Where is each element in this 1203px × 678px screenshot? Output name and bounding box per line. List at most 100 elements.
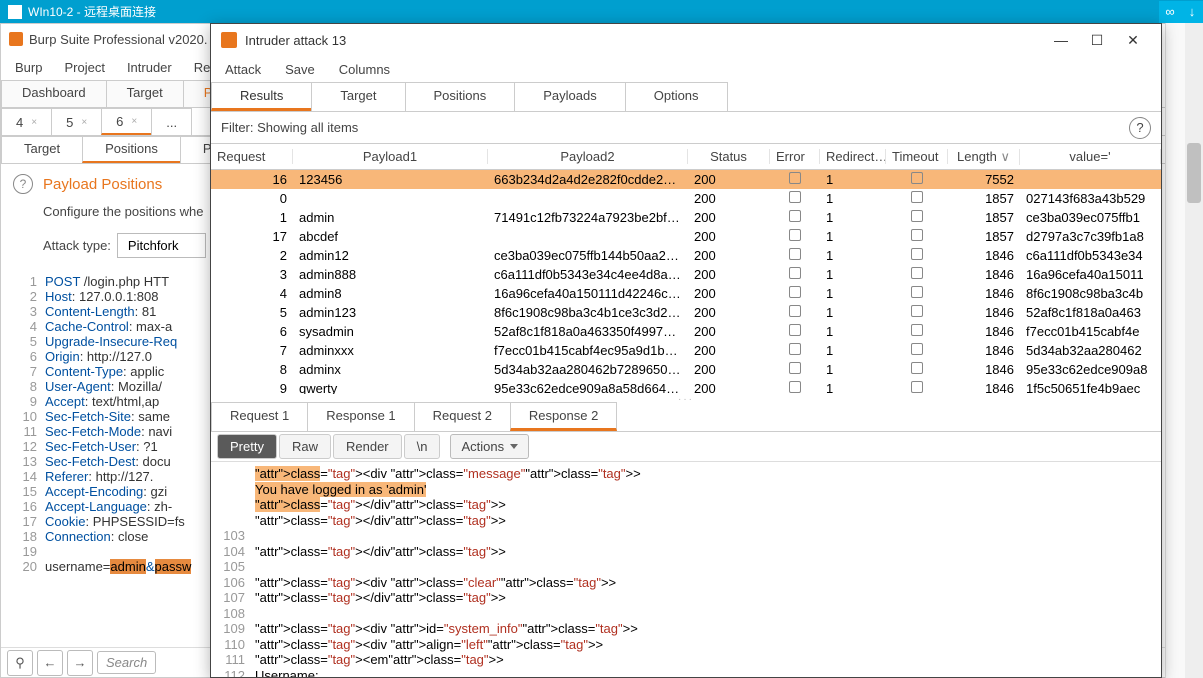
- checkbox[interactable]: [911, 267, 923, 279]
- filter-bar[interactable]: Filter: Showing all items ?: [211, 112, 1161, 144]
- col-value[interactable]: value=': [1020, 149, 1161, 164]
- col-redirects[interactable]: Redirect…: [820, 149, 886, 164]
- col-timeout[interactable]: Timeout: [886, 149, 948, 164]
- ntab-more[interactable]: ...: [151, 108, 192, 135]
- checkbox[interactable]: [911, 210, 923, 222]
- stab-target[interactable]: Target: [1, 136, 83, 163]
- table-row[interactable]: 1admin71491c12fb73224a7923be2bfb…2001185…: [211, 208, 1161, 227]
- col-error[interactable]: Error: [770, 149, 820, 164]
- checkbox[interactable]: [911, 172, 923, 184]
- menu-burp[interactable]: Burp: [15, 60, 42, 75]
- download-icon[interactable]: ↓: [1181, 1, 1203, 23]
- response-body[interactable]: 103104105106107108109110111112 "attr">cl…: [211, 462, 1161, 677]
- attack-type-select[interactable]: Pitchfork: [117, 233, 206, 258]
- checkbox[interactable]: [911, 381, 923, 393]
- view-newline-button[interactable]: \n: [404, 434, 441, 459]
- nav-next-icon[interactable]: →: [67, 650, 93, 676]
- view-raw-button[interactable]: Raw: [279, 434, 331, 459]
- checkbox[interactable]: [789, 172, 801, 184]
- table-row[interactable]: 5admin1238f6c1908c98ba3c4b1ce3c3d2a2…200…: [211, 303, 1161, 322]
- minimize-button[interactable]: —: [1043, 28, 1079, 52]
- close-icon[interactable]: ×: [31, 117, 37, 128]
- checkbox[interactable]: [911, 324, 923, 336]
- rtab-response2[interactable]: Response 2: [510, 402, 617, 431]
- col-length[interactable]: Length ∨: [948, 149, 1020, 165]
- table-body[interactable]: 16123456663b234d2a4d2e282f0cdde21b…20017…: [211, 170, 1161, 394]
- help-icon[interactable]: ?: [1129, 117, 1151, 139]
- checkbox[interactable]: [789, 324, 801, 336]
- close-button[interactable]: ✕: [1115, 28, 1151, 52]
- checkbox[interactable]: [789, 343, 801, 355]
- checkbox[interactable]: [789, 210, 801, 222]
- table-row[interactable]: 3admin888c6a111df0b5343e34c4ee4d8a7…2001…: [211, 265, 1161, 284]
- aw-tab-results[interactable]: Results: [211, 82, 312, 111]
- help-icon[interactable]: ?: [13, 174, 33, 194]
- rtab-request1[interactable]: Request 1: [211, 402, 308, 431]
- table-row[interactable]: 4admin816a96cefa40a150111d42246c10…20011…: [211, 284, 1161, 303]
- view-pretty-button[interactable]: Pretty: [217, 434, 277, 459]
- col-payload1[interactable]: Payload1: [293, 149, 488, 164]
- col-payload2[interactable]: Payload2: [488, 149, 688, 164]
- aw-tab-target[interactable]: Target: [311, 82, 405, 111]
- rtab-response1[interactable]: Response 1: [307, 402, 414, 431]
- table-row[interactable]: 17abcdef20011857d2797a3c7c39fb1a8: [211, 227, 1161, 246]
- table-row[interactable]: 020011857027143f683a43b529: [211, 189, 1161, 208]
- checkbox[interactable]: [789, 229, 801, 241]
- menu-project[interactable]: Project: [64, 60, 104, 75]
- table-row[interactable]: 6sysadmin52af8c1f818a0a463350f4997ec4…20…: [211, 322, 1161, 341]
- scrollbar[interactable]: [1185, 23, 1203, 678]
- checkbox[interactable]: [911, 229, 923, 241]
- tab-dashboard[interactable]: Dashboard: [1, 80, 107, 107]
- col-request[interactable]: Request: [211, 149, 293, 164]
- maximize-button[interactable]: ☐: [1079, 28, 1115, 52]
- close-icon[interactable]: ×: [131, 116, 137, 127]
- ntab-4[interactable]: 4×: [1, 108, 52, 135]
- table-row[interactable]: 16123456663b234d2a4d2e282f0cdde21b…20017…: [211, 170, 1161, 189]
- search-settings-icon[interactable]: ⚲: [7, 650, 33, 676]
- checkbox[interactable]: [911, 286, 923, 298]
- aw-titlebar[interactable]: Intruder attack 13 — ☐ ✕: [211, 24, 1161, 56]
- checkbox[interactable]: [789, 267, 801, 279]
- response-code[interactable]: "attr">class="tag"><div "attr">class="me…: [251, 462, 1161, 677]
- aw-menubar[interactable]: Attack Save Columns: [211, 56, 1161, 82]
- checkbox[interactable]: [789, 305, 801, 317]
- aw-tab-options[interactable]: Options: [625, 82, 728, 111]
- stab-positions[interactable]: Positions: [82, 136, 181, 163]
- table-row[interactable]: 2admin12ce3ba039ec075ffb144b50aa24c…2001…: [211, 246, 1161, 265]
- checkbox[interactable]: [789, 286, 801, 298]
- rtab-request2[interactable]: Request 2: [414, 402, 511, 431]
- tab-target[interactable]: Target: [106, 80, 184, 107]
- view-render-button[interactable]: Render: [333, 434, 402, 459]
- aw-menu-columns[interactable]: Columns: [339, 62, 390, 77]
- checkbox[interactable]: [789, 191, 801, 203]
- scrollbar-thumb[interactable]: [1187, 143, 1201, 203]
- table-row[interactable]: 8adminx5d34ab32aa280462b728965075…200118…: [211, 360, 1161, 379]
- checkbox[interactable]: [789, 381, 801, 393]
- checkbox[interactable]: [911, 191, 923, 203]
- menu-intruder[interactable]: Intruder: [127, 60, 172, 75]
- aw-menu-save[interactable]: Save: [285, 62, 315, 77]
- view-mode-row: Pretty Raw Render \n Actions: [211, 432, 1161, 462]
- aw-tab-payloads[interactable]: Payloads: [514, 82, 625, 111]
- checkbox[interactable]: [911, 362, 923, 374]
- checkbox[interactable]: [789, 248, 801, 260]
- close-icon[interactable]: ×: [81, 117, 87, 128]
- ntab-5[interactable]: 5×: [51, 108, 102, 135]
- checkbox[interactable]: [911, 305, 923, 317]
- search-input[interactable]: Search: [97, 651, 156, 674]
- ntab-6[interactable]: 6×: [101, 108, 152, 135]
- table-row[interactable]: 9qwerty95e33c62edce909a8a58d66426…200118…: [211, 379, 1161, 394]
- col-status[interactable]: Status: [688, 149, 770, 164]
- aw-tab-positions[interactable]: Positions: [405, 82, 516, 111]
- aw-menu-attack[interactable]: Attack: [225, 62, 261, 77]
- checkbox[interactable]: [911, 248, 923, 260]
- actions-dropdown[interactable]: Actions: [450, 434, 529, 459]
- table-row[interactable]: 7adminxxxf7ecc01b415cabf4ec95a9d1b40…200…: [211, 341, 1161, 360]
- checkbox[interactable]: [911, 343, 923, 355]
- splitter-handle[interactable]: [211, 394, 1161, 402]
- cloud-icon[interactable]: ∞: [1159, 1, 1181, 23]
- table-header[interactable]: Request Payload1 Payload2 Status Error R…: [211, 144, 1161, 170]
- checkbox[interactable]: [789, 362, 801, 374]
- nav-prev-icon[interactable]: ←: [37, 650, 63, 676]
- filter-text: Filter: Showing all items: [221, 120, 358, 135]
